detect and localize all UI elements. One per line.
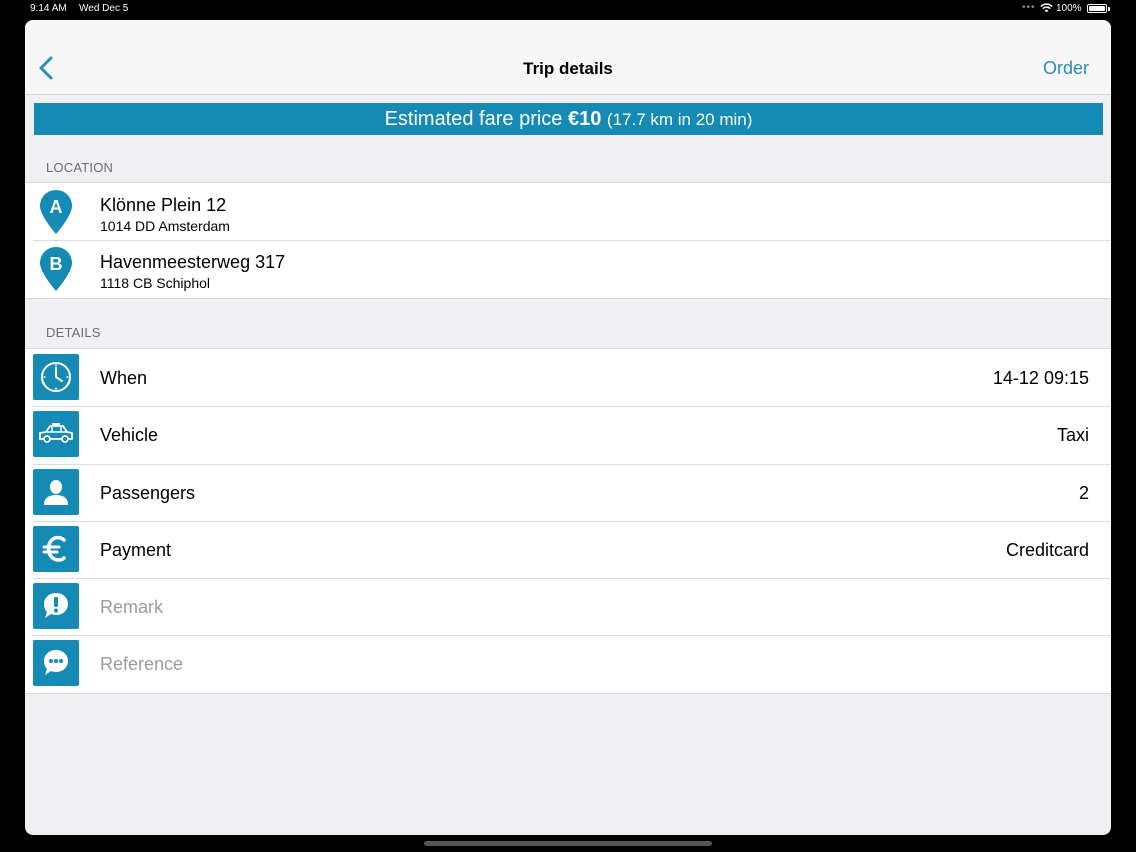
payment-label: Payment [100,539,172,560]
location-group: A Klönne Plein 12 1014 DD Amsterdam B Ha… [25,182,1111,299]
location-subtitle: 1118 CB Schiphol [100,275,210,292]
vehicle-value: Taxi [1056,425,1089,446]
status-time: 9:14 AM [30,3,67,14]
details-row-when[interactable]: When 14-12 09:15 [25,349,1111,406]
when-label: When [100,368,148,388]
wifi-icon [1040,3,1053,13]
svg-text:B: B [50,254,63,274]
location-row-destination[interactable]: B Havenmeesterweg 317 1118 CB Schiphol [25,240,1111,297]
multitasking-dots-icon: ••• [1022,2,1036,13]
navigation-bar: Trip details Order [25,20,1111,95]
person-icon [33,468,79,515]
details-group: When 14-12 09:15 Vehicle Taxi Passengers… [25,348,1111,694]
map-pin-a-icon: A [40,190,72,234]
order-button[interactable]: Order [1043,58,1089,79]
location-title: Havenmeesterweg 317 [100,252,286,273]
exclamation-bubble-icon [33,583,79,630]
battery-icon [1087,4,1107,13]
euro-icon [33,525,79,572]
map-pin-b-icon: B [40,247,72,292]
battery-percent: 100% [1056,3,1082,14]
details-section-header: DETAILS [46,325,101,340]
location-section-header: LOCATION [46,160,114,175]
details-row-passengers[interactable]: Passengers 2 [25,463,1111,521]
when-value: 14-12 09:15 [992,368,1089,388]
details-row-payment[interactable]: Payment Creditcard [25,520,1111,578]
reference-field: Reference [100,654,184,675]
svg-text:A: A [50,197,63,217]
clock-icon [33,354,79,400]
vehicle-label: Vehicle [100,425,159,446]
car-icon [33,411,79,458]
fare-amount: €10 [567,108,602,130]
status-date: Wed Dec 5 [79,3,129,14]
location-title: Klönne Plein 12 [100,195,227,215]
chat-bubble-icon [33,640,79,687]
passengers-label: Passengers [100,482,196,503]
page-title: Trip details [523,59,613,78]
fare-distance-duration: (17.7 km in 20 min) [606,110,753,129]
trip-details-sheet: Trip details Order Estimated fare price … [25,20,1111,835]
home-indicator[interactable] [424,841,712,846]
passengers-value: 2 [1078,482,1089,503]
details-row-vehicle[interactable]: Vehicle Taxi [25,406,1111,463]
remark-field: Remark [100,597,164,618]
details-row-reference[interactable]: Reference [25,635,1111,692]
details-row-remark[interactable]: Remark [25,578,1111,635]
status-bar: 9:14 AM Wed Dec 5 ••• 100% [0,0,1136,18]
fare-estimate-banner: Estimated fare price €10 (17.7 km in 20 … [34,103,1103,135]
payment-value: Creditcard [1005,539,1089,560]
fare-label: Estimated fare price [384,108,563,130]
location-row-pickup[interactable]: A Klönne Plein 12 1014 DD Amsterdam [25,183,1111,240]
location-subtitle: 1014 DD Amsterdam [100,218,230,234]
